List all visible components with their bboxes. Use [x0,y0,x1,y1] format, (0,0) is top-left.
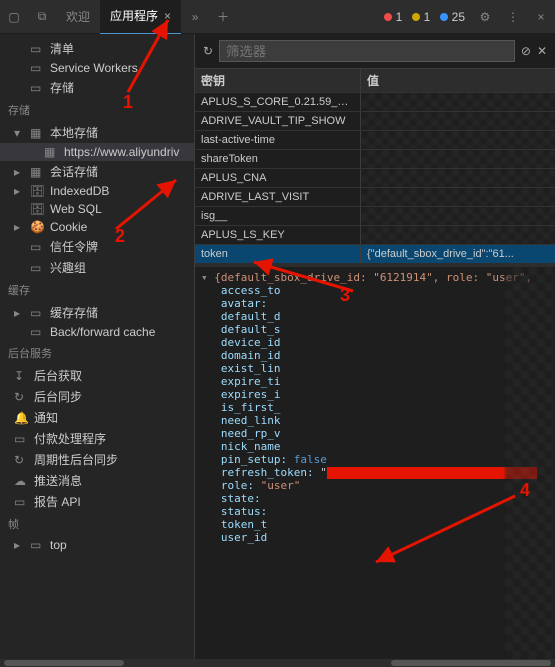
frames-header: 帧 [0,512,194,536]
storage-header: 存储 [0,98,194,122]
local-storage-origin[interactable]: ▦https://www.aliyundriv [0,143,194,161]
refresh-icon[interactable]: ↻ [203,44,213,58]
storage-overview-item[interactable]: ▭存储 [0,77,194,98]
indexeddb-node[interactable]: ▸🗄IndexedDB [0,182,194,200]
manifest-item[interactable]: ▭清单 [0,38,194,59]
bg-services-header: 后台服务 [0,341,194,365]
value-detail[interactable]: ▾ {default_sbox_drive_id: "6121914", rol… [195,267,555,659]
notifications-node[interactable]: 🔔通知 [0,407,194,428]
table-row[interactable]: shareToken [195,149,555,168]
tab-bar: ▢ ⧉ 欢迎 应用程序 × » ＋ 1 1 25 ⚙ ⋮ × [0,0,555,34]
table-row[interactable]: isg__ [195,206,555,225]
cache-header: 缓存 [0,278,194,302]
close-icon[interactable]: × [164,0,171,33]
table-row[interactable]: last-active-time [195,130,555,149]
column-value[interactable]: 值 [361,69,555,92]
table-row[interactable]: token{"default_sbox_drive_id":"61... [195,244,555,263]
websql-node[interactable]: 🗄Web SQL [0,200,194,218]
device-selector-icon[interactable]: ▢ [0,10,28,24]
filter-input[interactable] [219,40,515,62]
payment-handler-node[interactable]: ▭付款处理程序 [0,428,194,449]
cookie-node[interactable]: ▸🍪Cookie [0,218,194,236]
clear-icon[interactable]: ⊘ [521,44,531,58]
delete-icon[interactable]: ✕ [537,44,547,58]
bf-cache-node[interactable]: ▭Back/forward cache [0,323,194,341]
frame-top[interactable]: ▸▭top [0,536,194,554]
bg-fetch-node[interactable]: ↧后台获取 [0,365,194,386]
table-row[interactable]: APLUS_CNA [195,168,555,187]
column-key[interactable]: 密钥 [195,69,361,92]
more-tabs-icon[interactable]: » [181,10,209,24]
table-row[interactable]: APLUS_S_CORE_0.21.59_202... [195,92,555,111]
storage-content: ↻ ⊘ ✕ 密钥 值 APLUS_S_CORE_0.21.59_202...AD… [195,34,555,659]
table-row[interactable]: ADRIVE_VAULT_TIP_SHOW [195,111,555,130]
table-row[interactable]: ADRIVE_LAST_VISIT [195,187,555,206]
more-icon[interactable]: ⋮ [499,10,527,24]
refresh-token-redacted [327,467,537,479]
tab-application[interactable]: 应用程序 × [100,0,181,34]
elements-icon[interactable]: ⧉ [28,9,56,24]
cache-storage-node[interactable]: ▸▭缓存存储 [0,302,194,323]
storage-toolbar: ↻ ⊘ ✕ [195,34,555,69]
close-panel-icon[interactable]: × [527,10,555,24]
horizontal-scrollbar[interactable] [0,659,555,667]
periodic-sync-node[interactable]: ↻周期性后台同步 [0,449,194,470]
service-workers-item[interactable]: ▭Service Workers [0,59,194,77]
application-sidebar: ▭清单 ▭Service Workers ▭存储 存储 ▾▦本地存储 ▦http… [0,34,195,659]
storage-table: 密钥 值 APLUS_S_CORE_0.21.59_202...ADRIVE_V… [195,69,555,263]
report-api-node[interactable]: ▭报告 API [0,491,194,512]
push-node[interactable]: ☁推送消息 [0,470,194,491]
bg-sync-node[interactable]: ↻后台同步 [0,386,194,407]
trust-tokens-node[interactable]: ▭信任令牌 [0,236,194,257]
status-badges[interactable]: 1 1 25 [384,10,471,24]
local-storage-node[interactable]: ▾▦本地存储 [0,122,194,143]
add-tab-icon[interactable]: ＋ [209,8,237,25]
table-row[interactable]: APLUS_LS_KEY [195,225,555,244]
interest-groups-node[interactable]: ▭兴趣组 [0,257,194,278]
gear-icon[interactable]: ⚙ [471,10,499,24]
session-storage-node[interactable]: ▸▦会话存储 [0,161,194,182]
tab-welcome[interactable]: 欢迎 [56,0,100,34]
